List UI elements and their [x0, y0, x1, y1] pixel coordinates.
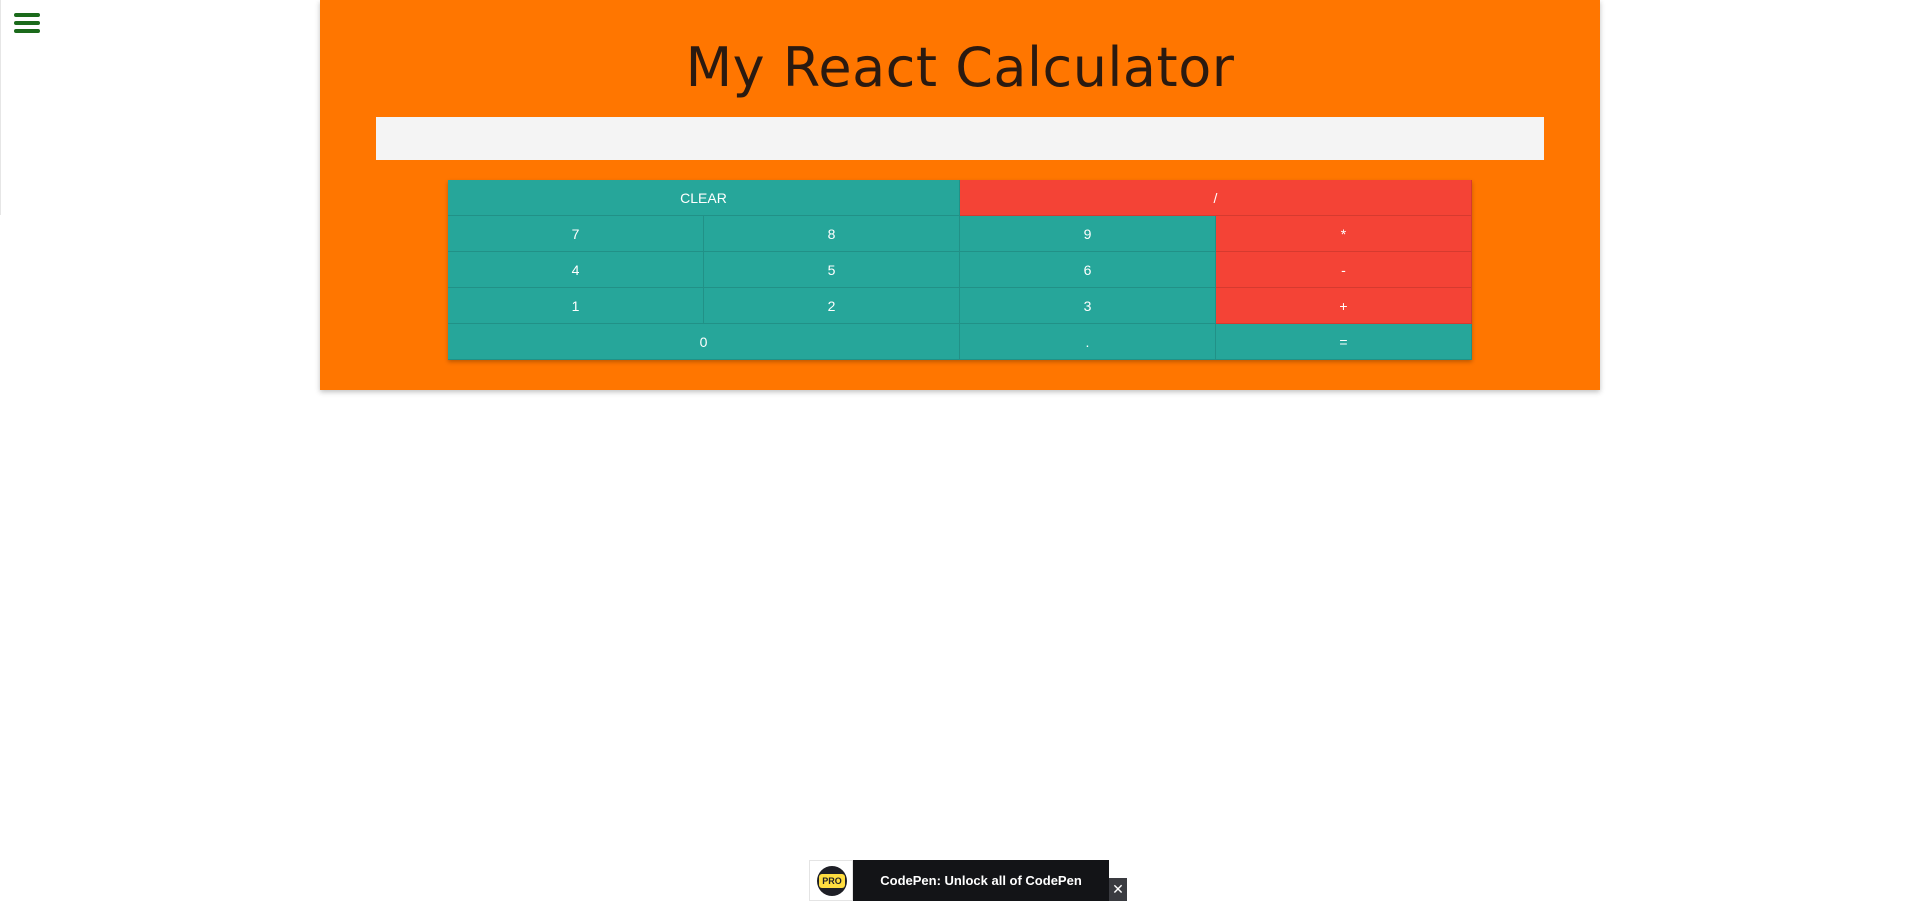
multiply-button[interactable]: * — [1216, 216, 1472, 252]
key-0-button[interactable]: 0 — [448, 324, 960, 360]
page-title: My React Calculator — [685, 36, 1235, 99]
divide-button[interactable]: / — [960, 180, 1472, 216]
key-7-button[interactable]: 7 — [448, 216, 704, 252]
menu-bar — [14, 29, 40, 33]
pro-logo-icon: PRO — [817, 866, 847, 896]
key-8-button[interactable]: 8 — [704, 216, 960, 252]
key-3-button[interactable]: 3 — [960, 288, 1216, 324]
pro-label: PRO — [819, 874, 845, 888]
equals-button[interactable]: = — [1216, 324, 1472, 360]
key-6-button[interactable]: 6 — [960, 252, 1216, 288]
keypad: CLEAR / 7 8 9 * 4 5 6 - 1 2 3 + 0 . = — [448, 180, 1472, 360]
clear-button[interactable]: CLEAR — [448, 180, 960, 216]
subtract-button[interactable]: - — [1216, 252, 1472, 288]
sidebar-edge — [0, 0, 1, 215]
add-button[interactable]: + — [1216, 288, 1472, 324]
key-9-button[interactable]: 9 — [960, 216, 1216, 252]
key-4-button[interactable]: 4 — [448, 252, 704, 288]
calculator-display[interactable] — [376, 117, 1544, 160]
pro-badge: PRO — [809, 860, 853, 901]
promo-link[interactable]: CodePen: Unlock all of CodePen — [853, 860, 1109, 901]
key-2-button[interactable]: 2 — [704, 288, 960, 324]
close-icon[interactable]: ✕ — [1109, 878, 1127, 901]
key-5-button[interactable]: 5 — [704, 252, 960, 288]
calculator-card: My React Calculator CLEAR / 7 8 9 * 4 5 … — [320, 0, 1600, 390]
key-1-button[interactable]: 1 — [448, 288, 704, 324]
decimal-button[interactable]: . — [960, 324, 1216, 360]
hamburger-menu-icon[interactable] — [14, 12, 40, 34]
menu-bar — [14, 13, 40, 17]
codepen-promo-banner: PRO CodePen: Unlock all of CodePen ✕ — [809, 860, 1127, 901]
menu-bar — [14, 21, 40, 25]
